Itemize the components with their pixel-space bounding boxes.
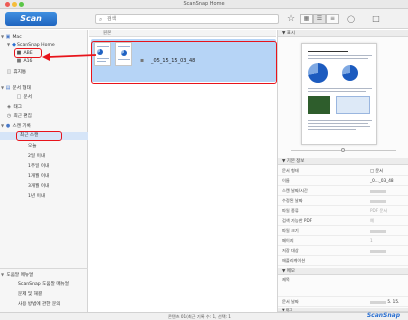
property-row: 수정된 날짜 — [278, 196, 408, 206]
highlight-box-recent-scan — [16, 131, 62, 141]
info-panel-icon[interactable]: □ — [370, 13, 382, 25]
preview-section-header[interactable]: ▼ 표시 — [278, 30, 408, 37]
column-header[interactable]: 원본 — [89, 30, 276, 37]
sidebar-item-history[interactable]: 3개월 이내 — [0, 183, 88, 191]
large-thumbnail-view-button[interactable]: ▦ — [300, 14, 313, 24]
property-row: 애플리케이션 — [278, 256, 408, 266]
search-box[interactable]: ⌕ — [95, 14, 279, 24]
document-icon: □ — [16, 94, 22, 100]
property-value[interactable]: □ 문서 — [370, 166, 383, 176]
scansnap-logo: ScanSnap — [366, 312, 400, 319]
computer-icon: ▣ — [5, 34, 11, 40]
trash-icon: ◫ — [6, 69, 12, 75]
property-row: 스캔 날짜/시간 — [278, 186, 408, 196]
collapse-icon[interactable]: ▼ — [282, 31, 285, 36]
clock-icon: ◷ — [6, 113, 12, 119]
tag-icon: ◈ — [7, 104, 11, 110]
property-value — [370, 196, 386, 206]
property-row: 파일 종류 PDF 문서 — [278, 206, 408, 216]
disclosure-triangle-icon[interactable]: ▼ — [0, 271, 5, 279]
property-row: 페이지 1 — [278, 236, 408, 246]
sidebar-link-inquiry[interactable]: 사용 방법에 관한 문의 — [0, 301, 88, 309]
sidebar-link-manual[interactable]: ScanSnap 도움말 매뉴얼 — [0, 281, 88, 289]
sidebar-item-history[interactable]: 오늘 — [0, 143, 88, 151]
info-panel: ▼ 표시 ▼ 기본 정보 문서 형태 □ 문서 이름 _0..._03_48 스… — [277, 30, 408, 312]
property-value — [370, 246, 386, 256]
document-date-row[interactable]: 문서 날짜 5. 15. — [278, 297, 408, 307]
property-value: PDF 문서 — [370, 208, 388, 213]
status-bar: 콘텐츠 01(최근 기록 수: 1, 선택: 1 ScanSnap — [0, 312, 408, 320]
status-text: 콘텐츠 01(최근 기록 수: 1, 선택: 1 — [168, 314, 231, 319]
sidebar-item-tags[interactable]: ◈ 태그 — [0, 103, 88, 111]
help-icon[interactable]: ◯ — [346, 13, 356, 25]
document-date-value[interactable]: 5. 15. — [370, 297, 399, 307]
property-value[interactable]: _0..._03_48 — [370, 176, 394, 186]
toolbar: Scan ⌕ ☆ ▦ ☰ ≡ ◯ □ — [0, 9, 408, 29]
property-row: 검색 가능한 PDF 예 — [278, 216, 408, 226]
search-input[interactable] — [107, 15, 277, 23]
zoom-slider[interactable] — [281, 148, 406, 152]
document-type-icon: ▤ — [5, 85, 11, 91]
sidebar-item-scan-history[interactable]: ▼ ● 스캔 기록 — [0, 122, 88, 130]
small-list-view-button[interactable]: ≡ — [326, 14, 339, 24]
window-title: ScanSnap Home — [183, 1, 225, 7]
property-row: 문서 형태 □ 문서 — [278, 166, 408, 176]
sidebar-item-history[interactable]: 1년 이내 — [0, 193, 88, 201]
property-value: 예 — [370, 218, 374, 223]
property-value: 1 — [370, 238, 373, 243]
list-view-button[interactable]: ☰ — [313, 14, 326, 24]
property-row: 파일 크기 — [278, 226, 408, 236]
sidebar-item-document[interactable]: □ 문서 — [0, 93, 88, 101]
search-icon: ⌕ — [99, 16, 103, 23]
highlight-box-file — [91, 41, 277, 84]
scan-button[interactable]: Scan — [5, 12, 57, 26]
property-row: 이름 _0..._03_48 — [278, 176, 408, 186]
collapse-icon[interactable]: ▼ — [282, 269, 285, 274]
title-bar: ScanSnap Home — [0, 0, 408, 9]
file-list: 원본 ▪ _05_15_15_03_48 — [89, 30, 277, 312]
sidebar: ▼ ▣ Mac ▼ ◆ScanSnap Home ■ ABE ■ A16 ◫ 휴지통… — [0, 30, 88, 312]
memo-row[interactable]: 제목 — [278, 275, 408, 297]
sidebar-links-header[interactable]: ▼ 도움말 메뉴얼 — [0, 271, 88, 279]
history-icon: ● — [5, 123, 11, 129]
sidebar-item-history[interactable]: 1주일 이내 — [0, 163, 88, 171]
memo-section-header[interactable]: ▼ 메모 — [278, 268, 408, 275]
property-value — [370, 226, 386, 236]
folder-icon: ■ — [16, 58, 22, 64]
property-value — [370, 186, 386, 196]
property-row: 저장 대상 — [278, 246, 408, 256]
star-icon[interactable]: ☆ — [286, 13, 296, 25]
sidebar-item-history[interactable]: 2일 이내 — [0, 153, 88, 161]
sidebar-divider — [0, 268, 88, 269]
annotation-arrow — [42, 53, 97, 61]
zoom-slider-knob[interactable] — [341, 148, 345, 152]
sidebar-item-doc-type[interactable]: ▼ ▤ 문서 형태 — [0, 84, 88, 92]
sidebar-item-recent-edits[interactable]: ◷ 최근 편집 — [0, 112, 88, 120]
document-preview[interactable] — [301, 43, 377, 145]
sidebar-item-history[interactable]: 1개월 이내 — [0, 173, 88, 181]
properties-section-header[interactable]: ▼ 기본 정보 — [278, 158, 408, 165]
sidebar-link-troubleshooting[interactable]: 문제 및 해결 — [0, 291, 88, 299]
collapse-icon[interactable]: ▼ — [282, 159, 285, 164]
